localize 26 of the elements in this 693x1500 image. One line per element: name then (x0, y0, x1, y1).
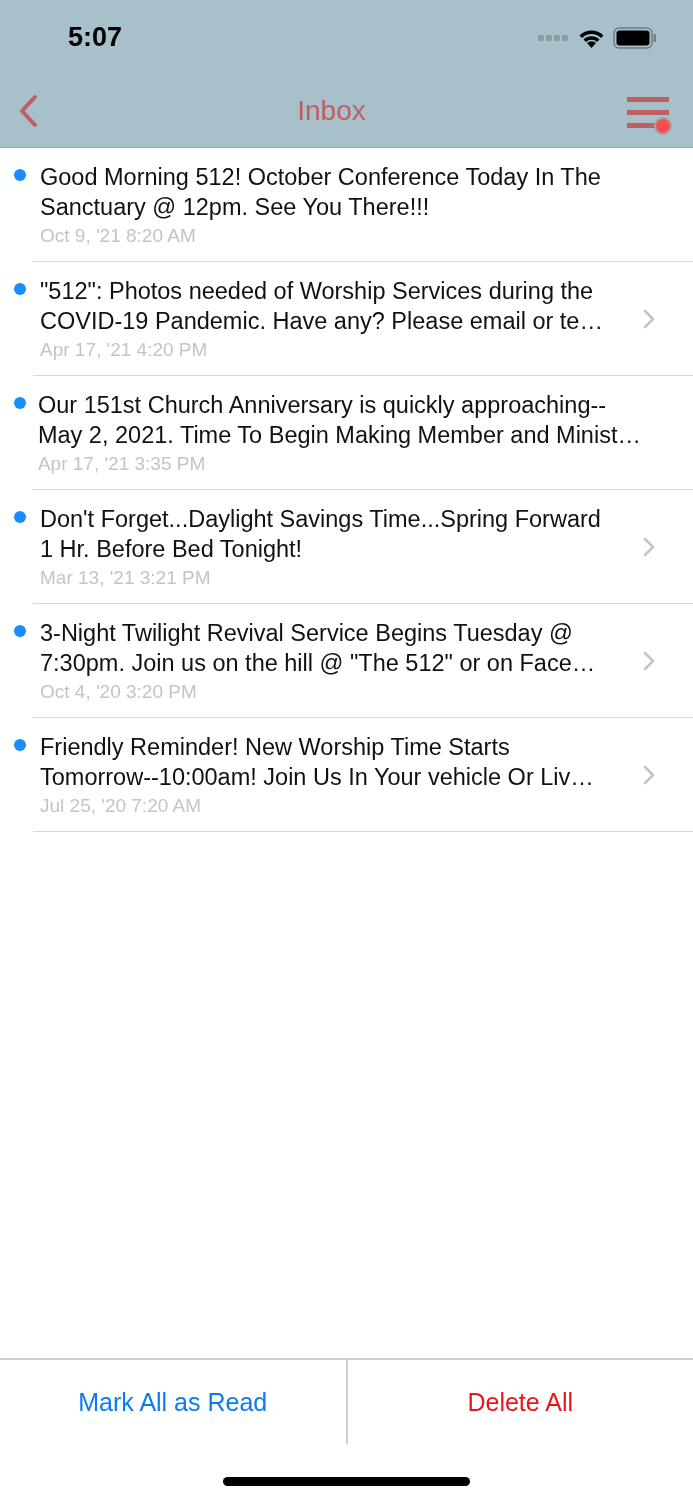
message-row[interactable]: Don't Forget...Daylight Savings Time...Spring Forward 1 Hr. Before Bed Tonight! Mar 13, '21 3:21 PM (33, 490, 693, 604)
message-date: Jul 25, '20 7:20 AM (40, 795, 202, 817)
message-row[interactable]: Our 151st Church Anniversary is quickly approaching-- May 2, 2021. Time To Begin Making Member and Minist… Apr 17, '21 3:35 PM (33, 376, 693, 490)
message-text: Good Morning 512! October Conference Today In The Sanctuary @ 12pm. See You There!!! (40, 163, 601, 222)
message-row[interactable]: 3-Night Twilight Revival Service Begins Tuesday @ 7:30pm. Join us on the hill @ "The 512" or on Face… Oct 4, '20 3:20 PM (33, 604, 693, 718)
message-date: Apr 17, '21 4:20 PM (40, 339, 209, 361)
message-row[interactable]: "512": Photos needed of Worship Services during the COVID-19 Pandemic. Have any? Please email or te… Apr 17, '21 4:20 PM (33, 262, 693, 376)
message-date: Oct 9, '21 8:20 AM (40, 225, 197, 247)
status-time: 5:07 (68, 22, 123, 53)
battery-icon (613, 26, 657, 49)
message-date: Apr 17, '21 3:35 PM (37, 453, 207, 475)
message-text: Friendly Reminder! New Worship Time Starts Tomorrow--10:00am! Join Us In Your vehicle Or Liv… (40, 733, 594, 792)
message-text: 3-Night Twilight Revival Service Begins Tuesday @ 7:30pm. Join us on the hill @ "The 512" or on Face… (40, 619, 596, 678)
message-text: "512": Photos needed of Worship Services during the COVID-19 Pandemic. Have any? Please email or te… (40, 277, 603, 336)
message-text: Don't Forget...Daylight Savings Time...Spring Forward 1 Hr. Before Bed Tonight! (40, 505, 601, 564)
message-row[interactable]: Good Morning 512! October Conference Today In The Sanctuary @ 12pm. See You There!!! Oct 9, '21 8:20 AM (33, 148, 693, 262)
message-text: Our 151st Church Anniversary is quickly approaching-- May 2, 2021. Time To Begin Making Member and Minist… (37, 391, 641, 450)
message-date: Oct 4, '20 3:20 PM (40, 681, 198, 703)
menu-button[interactable] (625, 95, 673, 137)
delete-all-button[interactable]: Delete All (457, 1381, 584, 1423)
back-button[interactable] (18, 94, 38, 128)
nav-title: Inbox (297, 95, 366, 127)
mark-read-button[interactable]: Mark All as Read (68, 1381, 278, 1423)
message-row[interactable]: Friendly Reminder! New Worship Time Starts Tomorrow--10:00am! Join Us In Your vehicle Or Liv… Jul 25, '20 7:20 AM (33, 718, 693, 832)
message-date: Mar 13, '21 3:21 PM (40, 567, 212, 589)
signal-icon (538, 33, 570, 42)
